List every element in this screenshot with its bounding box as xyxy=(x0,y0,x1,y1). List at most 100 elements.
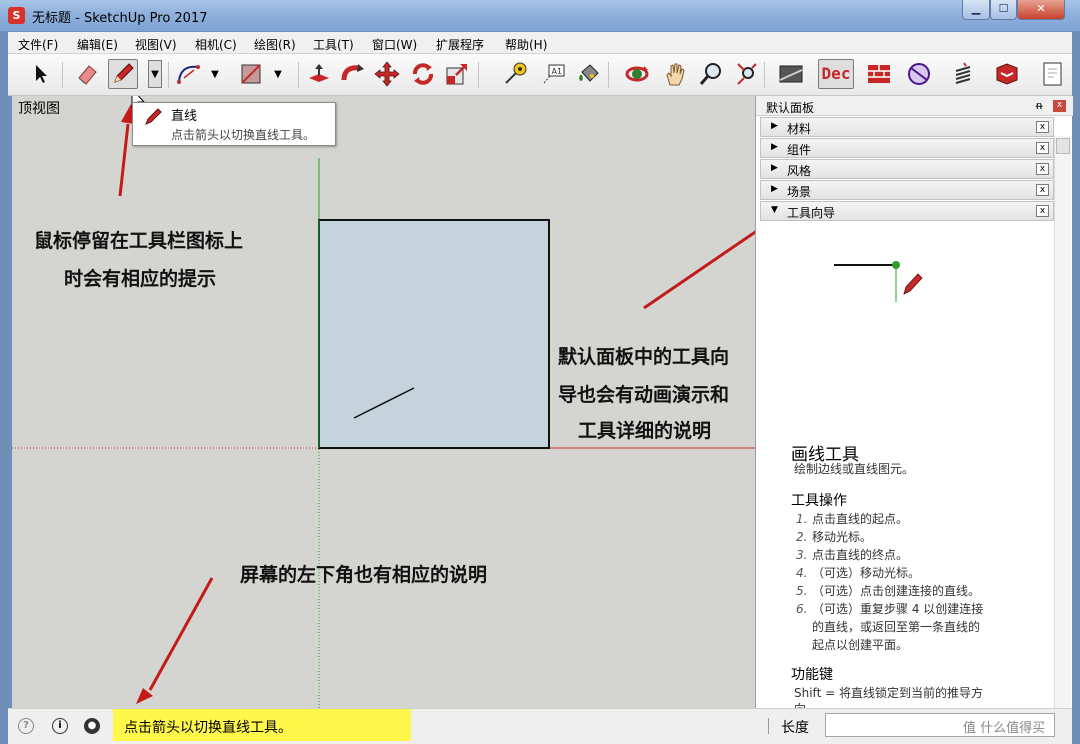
toolbar-separator xyxy=(608,62,609,88)
expand-arrow-icon: ▶ xyxy=(771,121,778,131)
menu-help[interactable]: 帮助(H) xyxy=(505,36,547,53)
annotation-toolbar-line2: 时会有相应的提示 xyxy=(64,268,217,290)
instructor-key-shift: Shift = 将直线锁定到当前的推导方 xyxy=(794,686,983,700)
close-button[interactable]: ✕ xyxy=(1017,0,1065,20)
paint-bucket-icon[interactable] xyxy=(574,59,604,89)
close-icon[interactable]: x xyxy=(1036,142,1049,154)
menu-edit[interactable]: 编辑(E) xyxy=(77,36,118,53)
zoom-extents-icon[interactable] xyxy=(732,59,762,89)
eraser-icon[interactable] xyxy=(72,59,102,89)
annotation-panel-line1: 默认面板中的工具向 xyxy=(558,346,730,368)
tooltip-description: 点击箭头以切换直线工具。 xyxy=(171,128,316,142)
info-icon[interactable]: i xyxy=(52,718,68,734)
toolbar-separator xyxy=(168,62,169,88)
menu-tools[interactable]: 工具(T) xyxy=(313,36,354,53)
title-bar: S 无标题 - SketchUp Pro 2017 ▁ ☐ ✕ xyxy=(0,0,1080,32)
pin-icon[interactable]: ᵰ xyxy=(1036,99,1042,112)
tray-section-scenes[interactable]: ▶ 场景 x xyxy=(760,180,1054,200)
arc-icon[interactable] xyxy=(174,59,204,89)
rectangle-icon[interactable] xyxy=(236,59,266,89)
tape-measure-icon[interactable] xyxy=(500,59,530,89)
tray-section-components[interactable]: ▶ 组件 x xyxy=(760,138,1054,158)
default-tray-panel: 默认面板 ᵰ x ▶ 材料 x ▶ 组件 x ▶ 风格 x ▶ 场景 x ▼ 工… xyxy=(755,96,1073,708)
instructor-step: 5. （可选）点击创建连接的直线。 xyxy=(796,584,981,598)
move-icon[interactable] xyxy=(372,59,402,89)
user-account-icon[interactable]: ● xyxy=(84,718,100,734)
tray-section-instructor[interactable]: ▼ 工具向导 x xyxy=(760,201,1054,221)
menu-draw[interactable]: 绘图(R) xyxy=(254,36,296,53)
spring-icon[interactable] xyxy=(948,59,978,89)
layout-icon[interactable] xyxy=(864,59,894,89)
instructor-keys-heading: 功能键 xyxy=(791,667,833,683)
arrow-to-toolbar xyxy=(118,123,130,197)
tray-section-label: 场景 xyxy=(787,185,812,199)
geo-location-icon[interactable]: ? xyxy=(18,718,34,734)
tooltip-title: 直线 xyxy=(171,109,198,124)
sketchup-app-icon: S xyxy=(8,7,25,24)
tray-section-styles[interactable]: ▶ 风格 x xyxy=(760,159,1054,179)
texture-icon[interactable] xyxy=(776,59,806,89)
menu-file[interactable]: 文件(F) xyxy=(18,36,58,53)
arrow-head-statusbar xyxy=(136,688,153,704)
close-icon[interactable]: x xyxy=(1036,184,1049,196)
tray-scrollbar[interactable] xyxy=(1054,136,1071,708)
instructor-step: 3. 点击直线的终点。 xyxy=(796,548,909,562)
follow-me-icon[interactable] xyxy=(338,59,368,89)
annotation-statusbar: 屏幕的左下角也有相应的说明 xyxy=(240,564,488,586)
tray-section-materials[interactable]: ▶ 材料 x xyxy=(760,117,1054,137)
menu-view[interactable]: 视图(V) xyxy=(135,36,177,53)
close-icon[interactable]: x xyxy=(1036,205,1049,217)
drawing-viewport[interactable]: 顶视图 直线 点击箭头以切换直线工具。 鼠标停留在工具栏图标上 时会有相应的提示… xyxy=(12,96,755,708)
tray-section-label: 组件 xyxy=(787,143,812,157)
watermark: 值 什么值得买 xyxy=(963,721,1046,736)
warehouse-icon[interactable] xyxy=(992,59,1022,89)
toolbar-separator xyxy=(764,62,765,88)
text-icon[interactable]: A1 xyxy=(538,59,568,89)
arrow-to-panel xyxy=(643,230,755,310)
instructor-subtitle: 绘制边线或直线图元。 xyxy=(794,462,915,476)
tool-tooltip: 直线 点击箭头以切换直线工具。 xyxy=(132,102,336,146)
menu-window[interactable]: 窗口(W) xyxy=(372,36,417,53)
expand-arrow-icon: ▶ xyxy=(771,184,778,194)
maximize-button[interactable]: ☐ xyxy=(990,0,1017,20)
orbit-icon[interactable] xyxy=(622,59,652,89)
scale-icon[interactable] xyxy=(442,59,472,89)
menu-bar: 文件(F) 编辑(E) 视图(V) 相机(C) 绘图(R) 工具(T) 窗口(W… xyxy=(8,32,1072,54)
close-icon[interactable]: x xyxy=(1036,163,1049,175)
tray-section-label: 工具向导 xyxy=(787,206,836,220)
tray-close-icon[interactable]: x xyxy=(1053,100,1066,112)
close-icon[interactable]: x xyxy=(1036,121,1049,133)
toolbar-separator xyxy=(62,62,63,88)
statusbar-divider xyxy=(768,718,769,734)
rotate-icon[interactable] xyxy=(408,59,438,89)
dec-icon[interactable]: Dec xyxy=(818,59,854,89)
shape-tool-dropdown[interactable]: ▼ xyxy=(271,60,285,88)
sphere-icon[interactable] xyxy=(904,59,934,89)
select-icon[interactable] xyxy=(26,59,56,89)
rectangle-face[interactable] xyxy=(318,219,550,449)
pencil-line-icon[interactable] xyxy=(108,59,138,89)
instructor-ops-heading: 工具操作 xyxy=(791,493,847,509)
expand-arrow-icon: ▶ xyxy=(771,142,778,152)
tray-section-label: 风格 xyxy=(787,164,812,178)
collapse-arrow-icon: ▼ xyxy=(771,205,778,215)
line-tool-dropdown[interactable]: ▼ xyxy=(148,60,162,88)
toolbar-separator xyxy=(478,62,479,88)
toolbar-separator xyxy=(298,62,299,88)
instructor-step: 1. 点击直线的起点。 xyxy=(796,512,909,526)
pan-icon[interactable] xyxy=(660,59,690,89)
page-icon[interactable] xyxy=(1038,59,1068,89)
annotation-panel-line2: 导也会有动画演示和 xyxy=(558,384,730,406)
main-toolbar: ▼ ▼ ▼ A1 Dec xyxy=(8,54,1072,96)
text-tool-label: A1 xyxy=(552,67,563,76)
instructor-key-shift-continued: 向 xyxy=(794,700,806,708)
scrollbar-thumb[interactable] xyxy=(1056,138,1070,154)
zoom-icon[interactable] xyxy=(696,59,726,89)
status-text: 点击箭头以切换直线工具。 xyxy=(124,720,292,736)
menu-camera[interactable]: 相机(C) xyxy=(195,36,237,53)
push-pull-icon[interactable] xyxy=(304,59,334,89)
pencil-line-icon xyxy=(145,108,162,125)
minimize-button[interactable]: ▁ xyxy=(962,0,990,20)
arc-tool-dropdown[interactable]: ▼ xyxy=(208,60,222,88)
menu-extensions[interactable]: 扩展程序 xyxy=(436,36,484,53)
